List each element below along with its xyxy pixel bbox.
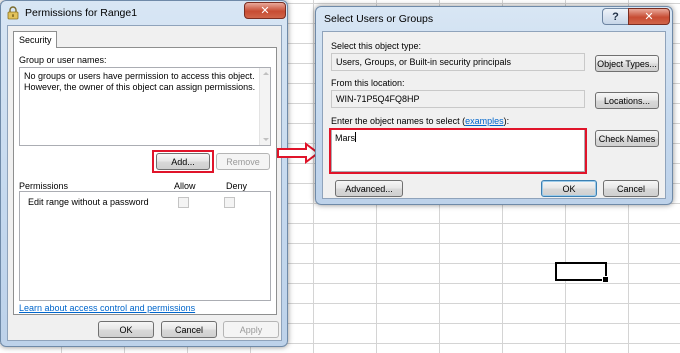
permissions-close-button[interactable]: ✕ xyxy=(244,2,286,19)
names-highlight xyxy=(329,128,587,174)
group-message: No groups or users have permission to ac… xyxy=(24,71,256,92)
scroll-down-icon[interactable] xyxy=(263,138,269,141)
permissions-client: Security Group or user names: No groups … xyxy=(7,25,282,341)
select-ok-label: OK xyxy=(562,183,576,194)
select-client: Select this object type: Users, Groups, … xyxy=(322,31,666,199)
add-highlight xyxy=(152,150,214,173)
close-icon: ✕ xyxy=(260,5,270,17)
help-icon: ? xyxy=(612,10,619,23)
select-close-button[interactable]: ✕ xyxy=(628,8,670,25)
location-field: WIN-71P5Q4FQ8HP xyxy=(331,90,585,108)
group-label: Group or user names: xyxy=(19,55,107,65)
arrow-right-icon xyxy=(277,142,320,164)
examples-link[interactable]: examples xyxy=(465,116,504,126)
locations-label: Locations... xyxy=(603,95,651,106)
close-icon: ✕ xyxy=(644,11,654,23)
selected-cell[interactable] xyxy=(555,262,609,283)
help-button[interactable]: ? xyxy=(602,8,628,25)
location-label: From this location: xyxy=(331,78,405,88)
allow-label: Allow xyxy=(174,181,196,191)
permission-row-label: Edit range without a password xyxy=(28,197,149,207)
object-type-label: Select this object type: xyxy=(331,41,422,51)
deny-checkbox[interactable] xyxy=(224,197,235,208)
locations-button[interactable]: Locations... xyxy=(595,92,659,109)
tab-security[interactable]: Security xyxy=(13,31,57,48)
perm-apply-button[interactable]: Apply xyxy=(223,321,279,338)
object-types-button[interactable]: Object Types... xyxy=(595,55,659,72)
enter-names-label: Enter the object names to select (exampl… xyxy=(331,116,509,126)
group-list-scrollbar[interactable] xyxy=(259,68,270,145)
lock-icon xyxy=(7,6,19,20)
check-names-button[interactable]: Check Names xyxy=(595,130,659,147)
check-names-label: Check Names xyxy=(598,133,656,144)
perm-apply-label: Apply xyxy=(239,324,263,335)
object-types-label: Object Types... xyxy=(597,58,657,69)
tab-security-label: Security xyxy=(19,35,52,45)
enter-names-prefix: Enter the object names to select ( xyxy=(331,116,466,126)
select-ok-button[interactable]: OK xyxy=(541,180,597,197)
advanced-label: Advanced... xyxy=(345,183,393,194)
perm-ok-label: OK xyxy=(119,324,133,335)
scroll-up-icon[interactable] xyxy=(263,72,269,75)
select-cancel-button[interactable]: Cancel xyxy=(603,180,659,197)
perm-cancel-button[interactable]: Cancel xyxy=(161,321,217,338)
help-link[interactable]: Learn about access control and permissio… xyxy=(19,303,195,313)
select-cancel-label: Cancel xyxy=(616,183,645,194)
perm-cancel-label: Cancel xyxy=(174,324,203,335)
permissions-list[interactable]: Edit range without a password xyxy=(19,191,271,301)
advanced-button[interactable]: Advanced... xyxy=(335,180,403,197)
permissions-label: Permissions xyxy=(19,181,69,191)
select-users-dialog: Select Users or Groups ? ✕ Select this o… xyxy=(315,6,673,205)
select-titlebar: Select Users or Groups ? ✕ xyxy=(316,7,672,31)
deny-label: Deny xyxy=(226,181,248,191)
object-type-field: Users, Groups, or Built-in security prin… xyxy=(331,53,585,71)
enter-names-suffix: ): xyxy=(503,116,510,126)
select-title: Select Users or Groups xyxy=(324,13,434,25)
security-panel: Group or user names: No groups or users … xyxy=(13,47,277,315)
permissions-title: Permissions for Range1 xyxy=(25,7,138,19)
allow-checkbox[interactable] xyxy=(178,197,189,208)
remove-button-label: Remove xyxy=(226,156,260,167)
permissions-titlebar: Permissions for Range1 ✕ xyxy=(1,1,287,25)
permissions-dialog: Permissions for Range1 ✕ Security Group … xyxy=(0,0,288,347)
perm-ok-button[interactable]: OK xyxy=(98,321,154,338)
group-list[interactable]: No groups or users have permission to ac… xyxy=(19,67,271,146)
remove-button[interactable]: Remove xyxy=(216,153,270,170)
